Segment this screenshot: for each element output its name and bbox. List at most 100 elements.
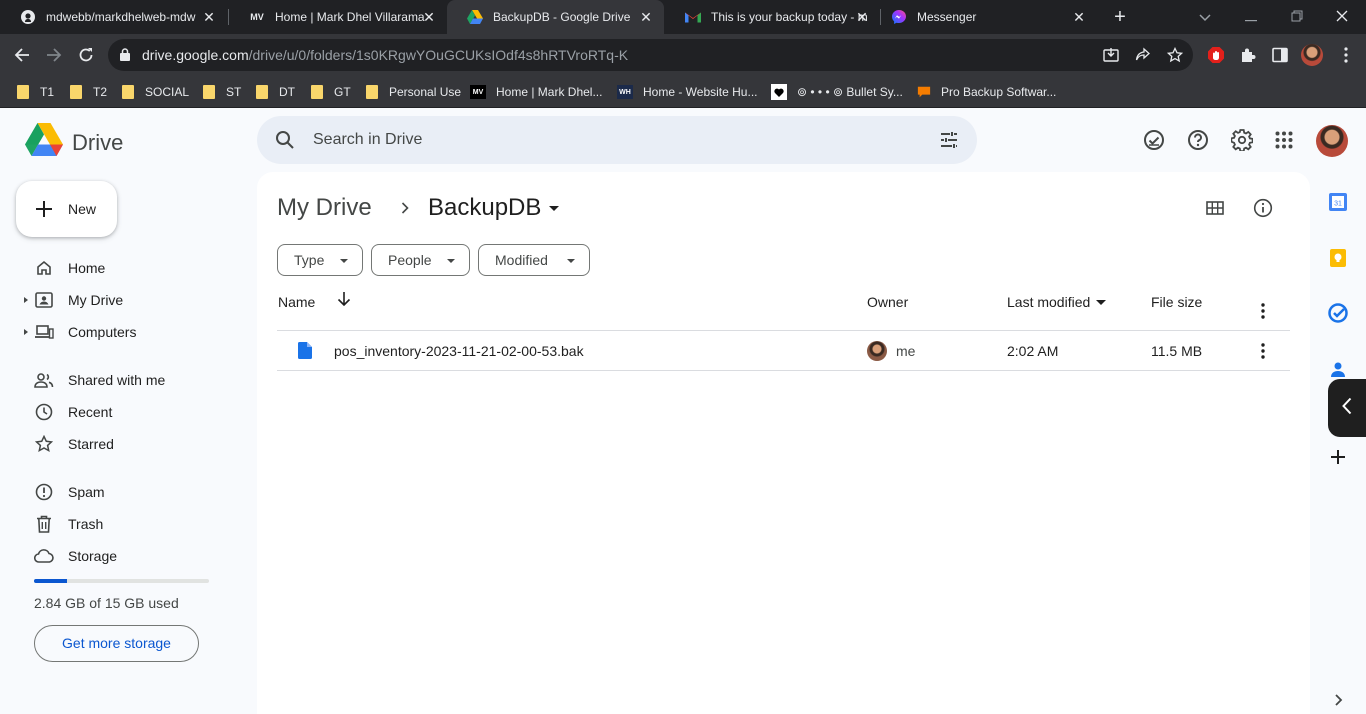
storage-usage-bar	[34, 579, 209, 583]
sidebar-item-computers[interactable]: Computers	[24, 316, 244, 348]
account-avatar[interactable]	[1316, 125, 1348, 157]
bookmark-bullet-system[interactable]: ⊚ • • • ⊚ Bullet Sy...	[771, 82, 903, 102]
new-tab-button[interactable]: +	[1108, 5, 1132, 29]
sidebar-item-spam[interactable]: Spam	[24, 476, 244, 508]
sidebar-item-home[interactable]: Home	[24, 252, 244, 284]
bookmark-folder-dt[interactable]: DT	[255, 82, 295, 102]
bookmark-folder-t1[interactable]: T1	[16, 82, 54, 102]
bookmark-folder-social[interactable]: SOCIAL	[121, 82, 189, 102]
close-tab-icon[interactable]: ✕	[638, 9, 654, 25]
browser-tab-home-mark-dhel[interactable]: MV Home | Mark Dhel Villarama ✕	[229, 0, 447, 34]
column-header-last-modified[interactable]: Last modified	[1007, 294, 1107, 310]
breadcrumb-my-drive[interactable]: My Drive	[277, 194, 372, 222]
bookmark-website-hub[interactable]: WH Home - Website Hu...	[617, 82, 757, 102]
details-info-icon[interactable]	[1251, 196, 1275, 220]
lock-icon[interactable]	[120, 48, 130, 66]
table-row[interactable]: pos_inventory-2023-11-21-02-00-53.bak me…	[277, 331, 1290, 371]
star-icon	[34, 434, 54, 454]
tasks-icon[interactable]	[1328, 303, 1348, 323]
extension-adblock-icon[interactable]	[1206, 45, 1226, 65]
mv-icon: MV	[470, 85, 486, 99]
close-tab-icon[interactable]: ✕	[421, 9, 437, 25]
bookmark-folder-gt[interactable]: GT	[310, 82, 351, 102]
drive-logo[interactable]: Drive	[25, 123, 123, 162]
chrome-menu-icon[interactable]	[1336, 45, 1356, 65]
bookmark-folder-personal-use[interactable]: Personal Use	[365, 82, 461, 102]
install-app-icon[interactable]	[1102, 46, 1120, 64]
get-more-storage-button[interactable]: Get more storage	[34, 625, 199, 662]
sidebar-item-starred[interactable]: Starred	[24, 428, 244, 460]
browser-tab-backupdb-drive[interactable]: BackupDB - Google Drive ✕	[447, 0, 664, 34]
calendar-icon[interactable]: 31	[1328, 192, 1348, 212]
sidebar-item-label: Spam	[68, 484, 105, 500]
close-tab-icon[interactable]: ✕	[854, 9, 870, 25]
offline-status-icon[interactable]	[1142, 128, 1166, 152]
dropdown-caret-icon	[567, 259, 575, 263]
keep-icon[interactable]	[1328, 248, 1348, 268]
back-arrow-icon[interactable]	[10, 43, 34, 67]
search-input[interactable]: Search in Drive	[313, 131, 422, 149]
browser-tab-messenger[interactable]: Messenger ✕	[871, 0, 1097, 34]
show-side-panel-chevron-icon[interactable]	[1328, 690, 1348, 710]
share-icon[interactable]	[1134, 46, 1152, 64]
bookmark-label: T1	[40, 85, 55, 99]
browser-tab-gmail[interactable]: This is your backup today - m ✕	[665, 0, 880, 34]
sidebar-item-recent[interactable]: Recent	[24, 396, 244, 428]
sort-arrow-down-icon[interactable]	[337, 291, 351, 307]
contacts-icon[interactable]	[1328, 359, 1348, 379]
bookmark-pro-backup[interactable]: Pro Backup Softwar...	[917, 82, 1056, 102]
search-options-icon[interactable]	[939, 130, 959, 155]
tab-title: Messenger	[917, 10, 977, 24]
more-options-icon[interactable]	[1251, 299, 1275, 323]
close-tab-icon[interactable]: ✕	[201, 9, 217, 25]
sidebar-item-shared-with-me[interactable]: Shared with me	[24, 364, 244, 396]
bookmark-folder-t2[interactable]: T2	[69, 82, 107, 102]
filter-people-chip[interactable]: People	[371, 244, 470, 276]
bookmark-folder-st[interactable]: ST	[202, 82, 241, 102]
side-panel-icon[interactable]	[1270, 45, 1290, 65]
minimize-window-icon[interactable]	[1240, 6, 1262, 28]
expand-caret-icon[interactable]	[24, 329, 28, 335]
search-icon[interactable]	[275, 130, 295, 155]
address-bar[interactable]: drive.google.com/drive/u/0/folders/1s0KR…	[108, 39, 1193, 71]
help-icon[interactable]	[1186, 128, 1210, 152]
add-app-plus-icon[interactable]	[1328, 447, 1348, 467]
close-tab-icon[interactable]: ✕	[1071, 9, 1087, 25]
grid-view-icon[interactable]	[1203, 196, 1227, 220]
tab-search-chevron-icon[interactable]	[1194, 6, 1216, 28]
filter-modified-chip[interactable]: Modified	[478, 244, 590, 276]
folder-icon	[121, 85, 135, 99]
url-text[interactable]: drive.google.com/drive/u/0/folders/1s0KR…	[142, 47, 628, 63]
tab-title: mdwebb/markdhelweb-mdw	[46, 10, 196, 24]
extensions-puzzle-icon[interactable]	[1238, 45, 1258, 65]
search-bar[interactable]: Search in Drive	[257, 116, 977, 164]
chrome-profile-avatar[interactable]	[1301, 44, 1323, 66]
sidebar-item-storage[interactable]: Storage	[24, 540, 244, 572]
sidebar-item-label: My Drive	[68, 292, 124, 308]
restore-window-icon[interactable]	[1286, 6, 1308, 28]
reload-icon[interactable]	[74, 43, 98, 67]
filter-type-chip[interactable]: Type	[277, 244, 363, 276]
sidebar-item-label: Computers	[68, 324, 137, 340]
forward-arrow-icon[interactable]	[42, 43, 66, 67]
chevron-right-icon	[393, 196, 417, 220]
row-more-options-icon[interactable]	[1251, 339, 1275, 363]
breadcrumb-current-folder[interactable]: BackupDB	[428, 194, 560, 222]
file-name[interactable]: pos_inventory-2023-11-21-02-00-53.bak	[334, 343, 584, 359]
new-button[interactable]: New	[16, 181, 117, 237]
sidebar-item-trash[interactable]: Trash	[24, 508, 244, 540]
collapse-panel-button[interactable]	[1328, 379, 1366, 437]
bookmark-home-mark-dhel[interactable]: MV Home | Mark Dhel...	[470, 82, 602, 102]
sidebar-item-label: Storage	[68, 548, 118, 564]
close-window-icon[interactable]	[1331, 6, 1353, 28]
column-header-name[interactable]: Name	[278, 294, 315, 310]
bookmark-label: Personal Use	[389, 85, 462, 99]
expand-caret-icon[interactable]	[24, 297, 28, 303]
browser-tab-github[interactable]: mdwebb/markdhelweb-mdw ✕	[0, 0, 227, 34]
settings-gear-icon[interactable]	[1230, 128, 1254, 152]
bookmark-star-icon[interactable]	[1166, 46, 1184, 64]
google-apps-icon[interactable]	[1272, 128, 1296, 152]
tab-title: BackupDB - Google Drive	[493, 10, 631, 24]
sidebar-item-my-drive[interactable]: My Drive	[24, 284, 244, 316]
new-button-label: New	[68, 201, 97, 217]
